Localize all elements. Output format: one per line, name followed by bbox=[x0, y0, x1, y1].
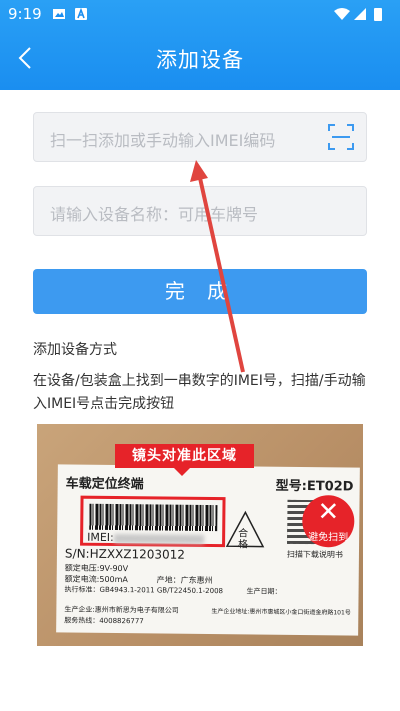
banner-pointer bbox=[174, 468, 190, 476]
example-photo: 车载定位终端 型号:ET02D IMEI: S/N:HZXXZ1203012 合… bbox=[37, 424, 363, 646]
avoid-scan-text: 避免扫到 bbox=[308, 532, 349, 544]
label-production-date: 生产日期： bbox=[246, 587, 282, 596]
imei-line: IMEI: bbox=[87, 531, 204, 545]
device-name-placeholder: 请输入设备名称：可用车牌号 bbox=[50, 205, 259, 224]
label-product-name: 车载定位终端 bbox=[65, 476, 144, 493]
avoid-scan-badge: ✕ 避免扫到 bbox=[302, 494, 355, 548]
scan-icon[interactable] bbox=[328, 124, 354, 150]
guide-description: 在设备/包装盒上找到一串数字的IMEI号，扫描/手动输入IMEI号点击完成按钮 bbox=[33, 373, 366, 412]
label-voltage: 额定电压:9V-90V bbox=[64, 563, 129, 574]
device-label: 车载定位终端 型号:ET02D IMEI: S/N:HZXXZ1203012 合… bbox=[56, 464, 360, 636]
system-status-icons bbox=[334, 8, 382, 21]
label-origin: 产地：广东惠州 bbox=[156, 575, 213, 586]
status-bar: 9:19 bbox=[0, 0, 400, 30]
aim-banner: 镜头对准此区域 bbox=[115, 444, 254, 468]
image-icon bbox=[53, 9, 65, 19]
signal-icon bbox=[354, 8, 366, 20]
label-standard: 执行标准：GB4943.1-2011 GB/T22450.1-2008 bbox=[64, 585, 224, 596]
barcode bbox=[89, 503, 218, 532]
device-name-input[interactable]: 请输入设备名称：可用车牌号 bbox=[33, 186, 367, 236]
wifi-icon bbox=[334, 8, 350, 20]
barcode-highlight-box: IMEI: bbox=[80, 495, 226, 548]
label-scan-download: 扫描下载说明书 bbox=[286, 549, 344, 560]
label-model: 型号:ET02D bbox=[275, 478, 354, 495]
imei-placeholder: 扫一扫添加或手动输入IMEI编码 bbox=[50, 131, 276, 150]
label-address: 生产企业地址:惠州市惠城区小金口街道金府路101号 bbox=[211, 608, 351, 617]
imei-input[interactable]: 扫一扫添加或手动输入IMEI编码 bbox=[33, 112, 367, 162]
label-hotline: 服务热线：4008826777 bbox=[64, 616, 144, 626]
status-time: 9:19 bbox=[8, 5, 42, 23]
guide-title: 添加设备方式 bbox=[33, 342, 117, 358]
a-badge-icon bbox=[75, 7, 87, 20]
label-manufacturer: 生产企业:惠州市新思为电子有限公司 bbox=[64, 605, 179, 615]
label-qualified: 合格 bbox=[237, 528, 249, 551]
label-sn: S/N:HZXXZ1203012 bbox=[64, 546, 186, 562]
page-title: 添加设备 bbox=[156, 48, 244, 72]
imei-label: IMEI: bbox=[87, 530, 114, 545]
close-icon: ✕ bbox=[317, 497, 340, 528]
header-bar: 9:19 添加设备 bbox=[0, 0, 400, 90]
complete-button[interactable]: 完 成 bbox=[33, 269, 367, 314]
label-current: 额定电流:500mA bbox=[64, 574, 128, 585]
battery-icon bbox=[374, 8, 382, 21]
